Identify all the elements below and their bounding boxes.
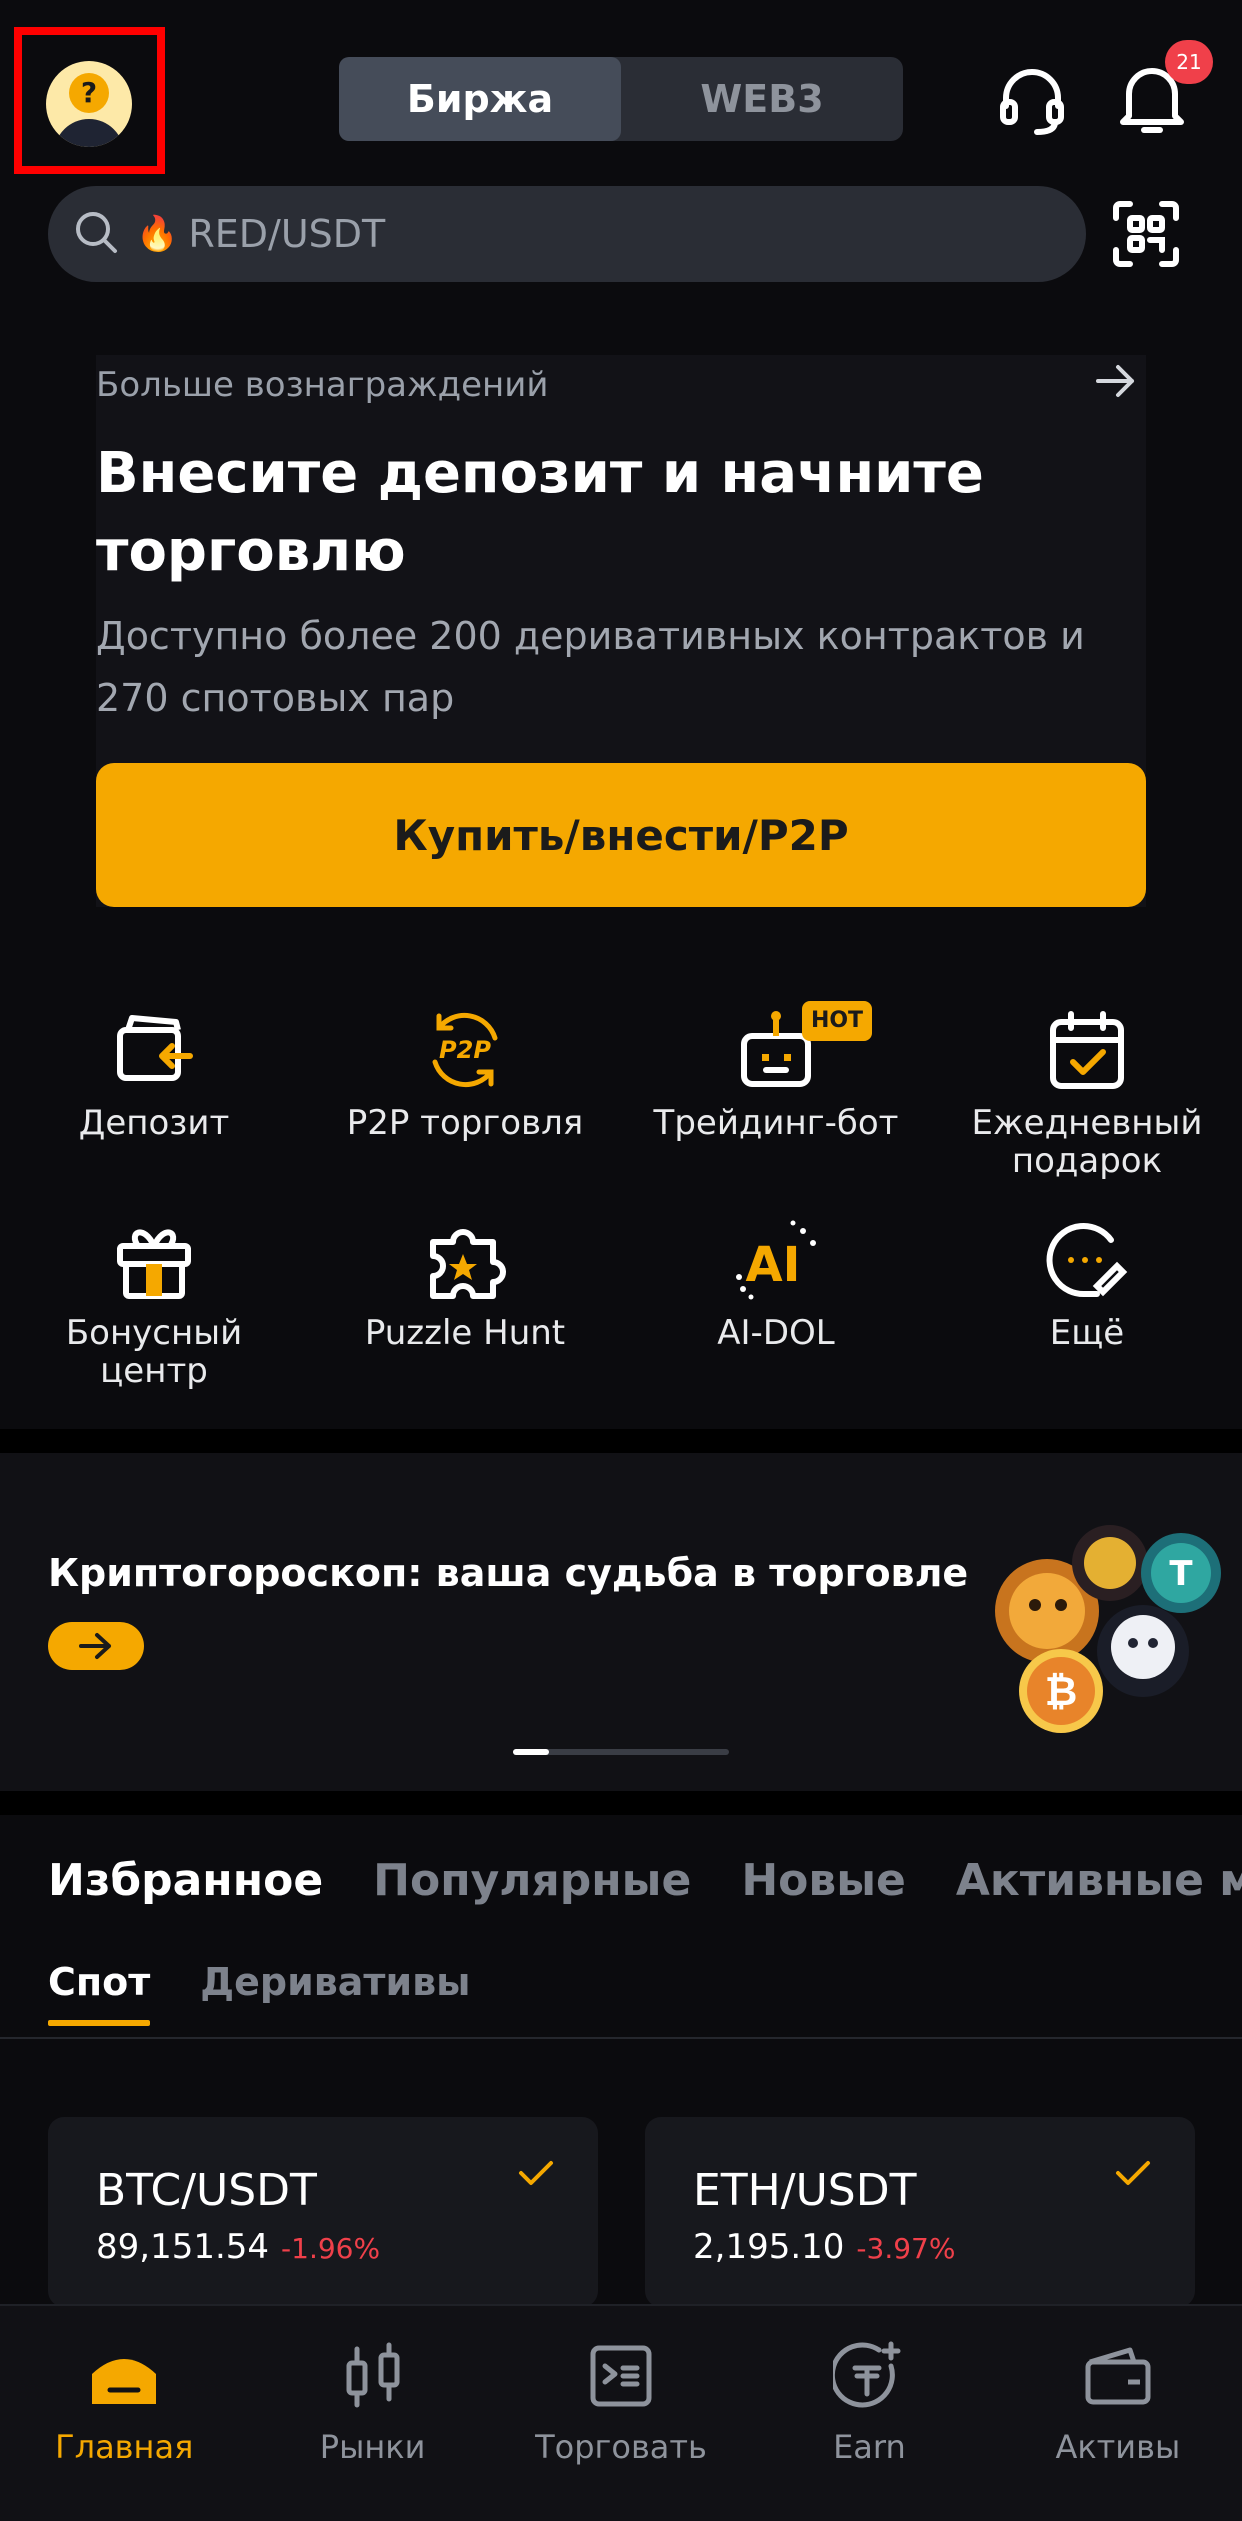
deposit-promo-card: Больше вознаграждений Внесите депозит и …	[96, 355, 1146, 907]
tab-favorites[interactable]: Избранное	[48, 1855, 323, 1906]
quick-action-label: Депозит	[78, 1103, 230, 1143]
quick-actions-grid: Депозит P2P P2P торговля Трейдинг-бот Еж…	[0, 1000, 1242, 1400]
promo-title: Внесите депозит и начните торговлю	[96, 441, 984, 584]
price-change: -1.96%	[281, 2232, 381, 2265]
deposit-icon	[14, 1000, 294, 1100]
search-placeholder: RED/USDT	[188, 212, 386, 256]
trade-icon	[497, 2336, 745, 2416]
quick-action-deposit[interactable]: Депозит	[14, 1000, 294, 1142]
segment-web3[interactable]: WEB3	[621, 57, 903, 141]
quick-action-ai-dol[interactable]: AI AI-DOL	[636, 1210, 916, 1352]
trading-bot-icon	[636, 1000, 916, 1100]
puzzle-icon	[325, 1210, 605, 1310]
quick-action-label: Ещё	[1049, 1313, 1125, 1353]
subtabs-divider	[0, 2037, 1242, 2039]
more-icon	[947, 1210, 1227, 1310]
gift-icon	[14, 1210, 294, 1310]
nav-label: Активы	[1055, 2428, 1181, 2466]
favorite-card-eth[interactable]: ETH/USDT 2,195.10 -3.97%	[645, 2117, 1195, 2307]
quick-action-label: Ежедневный подарок	[971, 1103, 1203, 1181]
fire-icon: 🔥	[136, 214, 179, 254]
promo-kicker: Больше вознаграждений	[96, 365, 549, 405]
p2p-icon: P2P	[325, 1000, 605, 1100]
price-change: -3.97%	[856, 2232, 956, 2265]
quick-action-label: P2P торговля	[346, 1103, 584, 1143]
segment-exchange[interactable]: Биржа	[339, 57, 621, 141]
crypto-characters-illustration: T ₿	[985, 1513, 1225, 1737]
nav-assets[interactable]: Активы	[994, 2306, 1242, 2521]
avatar-face: ?	[69, 73, 109, 113]
section-divider	[0, 1791, 1242, 1815]
subtab-derivatives[interactable]: Деривативы	[200, 1960, 470, 2026]
favorite-card-btc[interactable]: BTC/USDT 89,151.54 -1.96%	[48, 2117, 598, 2307]
nav-trade[interactable]: Торговать	[497, 2306, 745, 2521]
notification-badge: 21	[1165, 40, 1213, 84]
section-divider	[0, 1429, 1242, 1453]
pair-price: 2,195.10 -3.97%	[693, 2227, 955, 2267]
support-headset-icon[interactable]	[997, 66, 1067, 140]
nav-markets[interactable]: Рынки	[248, 2306, 496, 2521]
svg-text:AI: AI	[745, 1237, 800, 1293]
hot-badge: HOT	[802, 1001, 872, 1041]
quick-action-puzzle-hunt[interactable]: Puzzle Hunt	[325, 1210, 605, 1352]
earn-icon	[745, 2336, 993, 2416]
nav-label: Earn	[833, 2428, 906, 2466]
quick-action-label: Puzzle Hunt	[364, 1313, 566, 1353]
banner-arrow-button[interactable]	[48, 1622, 144, 1670]
markets-icon	[248, 2336, 496, 2416]
tab-popular[interactable]: Популярные	[373, 1855, 691, 1906]
calendar-check-icon	[947, 1000, 1227, 1100]
quick-action-more[interactable]: Ещё	[947, 1210, 1227, 1352]
bottom-navigation: Главная Рынки Торговать Earn Активы	[0, 2304, 1242, 2521]
quick-action-label: Бонусный центр	[65, 1313, 243, 1391]
nav-label: Рынки	[319, 2428, 426, 2466]
pair-name: ETH/USDT	[693, 2165, 917, 2216]
quick-action-label: Трейдинг-бот	[653, 1103, 899, 1143]
arrow-right-icon[interactable]	[1096, 363, 1136, 403]
svg-text:₿: ₿	[1045, 1669, 1078, 1715]
horoscope-banner[interactable]: Криптогороскоп: ваша судьба в торговле T	[0, 1453, 1242, 1791]
wallet-icon	[994, 2336, 1242, 2416]
quick-action-daily-gift[interactable]: Ежедневный подарок	[947, 1000, 1227, 1180]
qr-scan-icon[interactable]	[1112, 200, 1180, 272]
avatar-body	[54, 119, 124, 147]
search-bar[interactable]: 🔥 RED/USDT	[48, 186, 1086, 282]
search-icon	[74, 210, 118, 258]
nav-home[interactable]: Главная	[0, 2306, 248, 2521]
pair-price: 89,151.54 -1.96%	[96, 2227, 380, 2267]
nav-label: Торговать	[535, 2428, 707, 2466]
exchange-web3-switch[interactable]: Биржа WEB3	[339, 57, 903, 141]
ai-icon: AI	[636, 1210, 916, 1310]
svg-text:P2P: P2P	[439, 1036, 491, 1064]
quick-action-p2p[interactable]: P2P P2P торговля	[325, 1000, 605, 1142]
price-value: 89,151.54	[96, 2227, 270, 2267]
home-icon	[0, 2336, 248, 2416]
subtab-spot[interactable]: Спот	[48, 1960, 151, 2026]
price-value: 2,195.10	[693, 2227, 845, 2267]
carousel-indicator	[513, 1749, 729, 1755]
avatar[interactable]: ?	[46, 61, 132, 147]
tab-active-coins[interactable]: Активные монеты	[956, 1855, 1242, 1906]
svg-text:T: T	[1169, 1554, 1193, 1594]
pair-name: BTC/USDT	[96, 2165, 317, 2216]
checkmark-icon[interactable]	[518, 2159, 554, 2191]
checkmark-icon[interactable]	[1115, 2159, 1151, 2191]
banner-title: Криптогороскоп: ваша судьба в торговле	[48, 1551, 969, 1595]
nav-earn[interactable]: Earn	[745, 2306, 993, 2521]
promo-description: Доступно более 200 деривативных контракт…	[96, 614, 1085, 720]
market-tabs: Избранное Популярные Новые Активные моне…	[48, 1855, 1242, 1906]
tab-new[interactable]: Новые	[741, 1855, 906, 1906]
market-subtabs: Спот Деривативы	[48, 1960, 470, 2026]
quick-action-bonus-center[interactable]: Бонусный центр	[14, 1210, 294, 1390]
buy-deposit-p2p-button[interactable]: Купить/внести/P2P	[96, 763, 1146, 907]
nav-label: Главная	[55, 2428, 194, 2466]
quick-action-label: AI-DOL	[717, 1313, 835, 1353]
quick-action-trading-bot[interactable]: Трейдинг-бот	[636, 1000, 916, 1142]
